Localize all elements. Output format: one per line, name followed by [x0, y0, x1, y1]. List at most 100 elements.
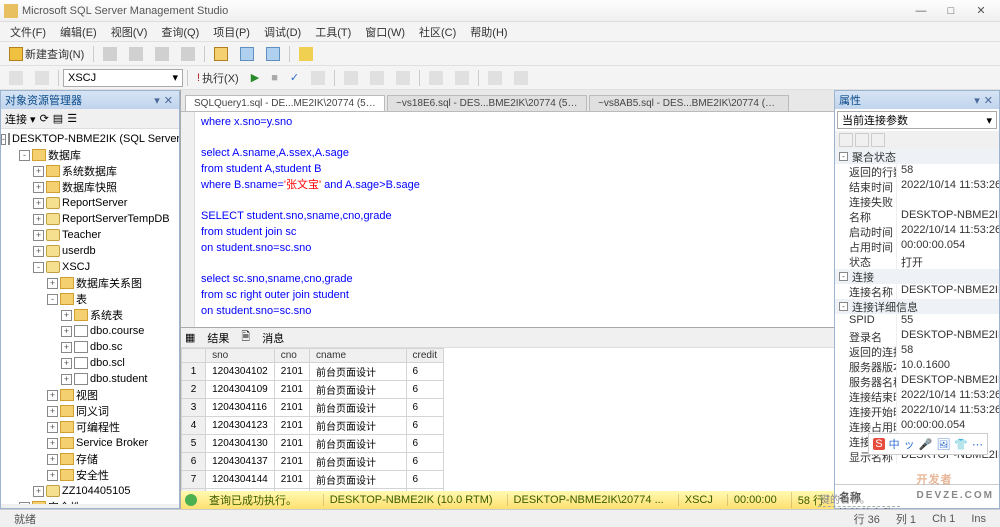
close-button[interactable]: ✕ — [966, 4, 996, 17]
indent-icon[interactable] — [483, 68, 507, 88]
tree-item[interactable]: +系统表 — [1, 307, 179, 323]
tree-item[interactable]: +数据库快照 — [1, 179, 179, 195]
tree-item[interactable]: -表 — [1, 291, 179, 307]
toolbar-icon-3[interactable] — [150, 44, 174, 64]
tree-item[interactable]: +dbo.scl — [1, 355, 179, 371]
tree-item[interactable]: +Service Broker — [1, 435, 179, 451]
prop-row[interactable]: SPID55 — [835, 314, 999, 329]
prop-row[interactable]: 连接结束时间2022/10/14 11:53:26 — [835, 389, 999, 404]
prop-row[interactable]: 连接失败 — [835, 194, 999, 209]
prop-row[interactable]: 占用时间00:00:00.054 — [835, 239, 999, 254]
prop-row[interactable]: 服务器名称DESKTOP-NBME2IK — [835, 374, 999, 389]
results-grid[interactable]: snocnocnamecredit112043041022101前台页面设计62… — [181, 348, 834, 491]
sql-editor[interactable]: where x.sno=y.sno select A.sname,A.ssex,… — [181, 112, 834, 328]
tree-item[interactable]: +可编程性 — [1, 419, 179, 435]
prop-row[interactable]: 返回的连接行数58 — [835, 344, 999, 359]
prop-category[interactable]: -连接 — [835, 269, 999, 284]
menu-item[interactable]: 帮助(H) — [464, 24, 513, 40]
prop-row[interactable]: 状态打开 — [835, 254, 999, 269]
table-row[interactable]: 212043041092101前台页面设计6 — [182, 381, 444, 399]
sql-code[interactable]: where x.sno=y.sno select A.sname,A.ssex,… — [195, 112, 426, 327]
toolbar-icon-1[interactable] — [98, 44, 122, 64]
new-query-button[interactable]: 新建查询(N) — [4, 43, 89, 65]
change-connection-icon[interactable] — [30, 68, 54, 88]
document-tab[interactable]: ~vs18E6.sql - DES...BME2IK\20774 (53)) — [387, 95, 587, 111]
database-combobox[interactable]: XSCJ▾ — [63, 69, 183, 87]
column-header[interactable]: credit — [406, 349, 443, 363]
tree-item[interactable]: +系统数据库 — [1, 163, 179, 179]
tree-item[interactable]: +视图 — [1, 387, 179, 403]
menu-item[interactable]: 文件(F) — [4, 24, 52, 40]
activity-icon[interactable] — [294, 44, 318, 64]
execute-button[interactable]: ! 执行(X) — [192, 67, 244, 89]
uncomment-icon[interactable] — [450, 68, 474, 88]
tree-item[interactable]: +ReportServerTempDB — [1, 211, 179, 227]
maximize-button[interactable]: □ — [936, 5, 966, 17]
prop-row[interactable]: 连接开始时间2022/10/14 11:53:26 — [835, 404, 999, 419]
tree-item[interactable]: +dbo.course — [1, 323, 179, 339]
client-stats-icon[interactable] — [391, 68, 415, 88]
tree-item[interactable]: +ZZ104405105 — [1, 483, 179, 499]
prop-row[interactable]: 启动时间2022/10/14 11:53:26 — [835, 224, 999, 239]
tree-item[interactable]: +安全性 — [1, 467, 179, 483]
comment-icon[interactable] — [424, 68, 448, 88]
menu-item[interactable]: 社区(C) — [413, 24, 462, 40]
connection-icon[interactable] — [4, 68, 28, 88]
tree-item[interactable]: +同义词 — [1, 403, 179, 419]
menu-item[interactable]: 项目(P) — [207, 24, 256, 40]
table-row[interactable]: 512043041302101前台页面设计6 — [182, 435, 444, 453]
tree-item[interactable]: +Teacher — [1, 227, 179, 243]
open-icon[interactable] — [209, 44, 233, 64]
ime-char[interactable]: 🖼 — [936, 438, 950, 451]
menu-item[interactable]: 工具(T) — [309, 24, 357, 40]
table-row[interactable]: 312043041162101前台页面设计6 — [182, 399, 444, 417]
column-header[interactable]: cname — [310, 349, 407, 363]
document-tab[interactable]: SQLQuery1.sql - DE...ME2IK\20774 (55))* — [185, 95, 385, 111]
prop-row[interactable]: 名称DESKTOP-NBME2IK — [835, 209, 999, 224]
table-row[interactable]: 412043041232101前台页面设计6 — [182, 417, 444, 435]
tab-messages[interactable]: 消息 — [256, 330, 290, 346]
tree-item[interactable]: -DESKTOP-NBME2IK (SQL Server 10.0.160 — [1, 131, 179, 147]
debug-button[interactable]: ▶ — [246, 68, 264, 87]
props-close-icon[interactable]: ✕ — [982, 95, 995, 107]
tree-item[interactable]: +数据库关系图 — [1, 275, 179, 291]
table-row[interactable]: 712043041442101前台页面设计6 — [182, 471, 444, 489]
panel-close-icon[interactable]: ✕ — [162, 95, 175, 107]
tree-item[interactable]: -XSCJ — [1, 259, 179, 275]
results-icon[interactable] — [339, 68, 363, 88]
oe-filter-icon[interactable]: ▤ — [53, 112, 63, 125]
include-plan-icon[interactable] — [365, 68, 389, 88]
tree-item[interactable]: +dbo.sc — [1, 339, 179, 355]
tree-item[interactable]: +存储 — [1, 451, 179, 467]
menu-item[interactable]: 调试(D) — [258, 24, 307, 40]
prop-row[interactable]: 结束时间2022/10/14 11:53:26 — [835, 179, 999, 194]
ime-char[interactable]: 🎤 — [919, 438, 933, 451]
column-header[interactable]: sno — [206, 349, 275, 363]
properties-combobox[interactable]: 当前连接参数▾ — [837, 111, 997, 129]
tree-item[interactable]: +userdb — [1, 243, 179, 259]
connect-dropdown[interactable]: 连接 ▾ — [5, 111, 36, 127]
ime-char[interactable]: ッ — [904, 436, 915, 452]
prop-row[interactable]: 登录名DESKTOP-NBME2IK — [835, 329, 999, 344]
menu-item[interactable]: 窗口(W) — [359, 24, 411, 40]
prop-row[interactable]: 返回的行数58 — [835, 164, 999, 179]
tree-item[interactable]: +ReportServer — [1, 195, 179, 211]
menu-item[interactable]: 视图(V) — [105, 24, 154, 40]
menu-item[interactable]: 查询(Q) — [155, 24, 205, 40]
minimize-button[interactable]: — — [906, 5, 936, 17]
prop-row[interactable]: 服务器版本10.0.1600 — [835, 359, 999, 374]
toolbar-icon-2[interactable] — [124, 44, 148, 64]
ime-char[interactable]: 👕 — [954, 438, 968, 451]
tree-item[interactable]: -数据库 — [1, 147, 179, 163]
ime-char[interactable]: 中 — [889, 436, 900, 452]
stop-button[interactable]: ■ — [266, 69, 283, 87]
menu-item[interactable]: 编辑(E) — [54, 24, 103, 40]
prop-pages-icon[interactable] — [871, 133, 885, 147]
prop-row[interactable]: 连接占用时间00:00:00.054 — [835, 419, 999, 434]
oe-refresh-icon[interactable]: ⟳ — [40, 112, 49, 125]
object-tree[interactable]: -DESKTOP-NBME2IK (SQL Server 10.0.160-数据… — [1, 129, 179, 504]
panel-pin-icon[interactable]: ▾ — [152, 95, 162, 107]
prop-alpha-icon[interactable] — [855, 133, 869, 147]
tab-results[interactable]: 结果 — [201, 330, 235, 346]
estimated-plan-icon[interactable] — [306, 68, 330, 88]
